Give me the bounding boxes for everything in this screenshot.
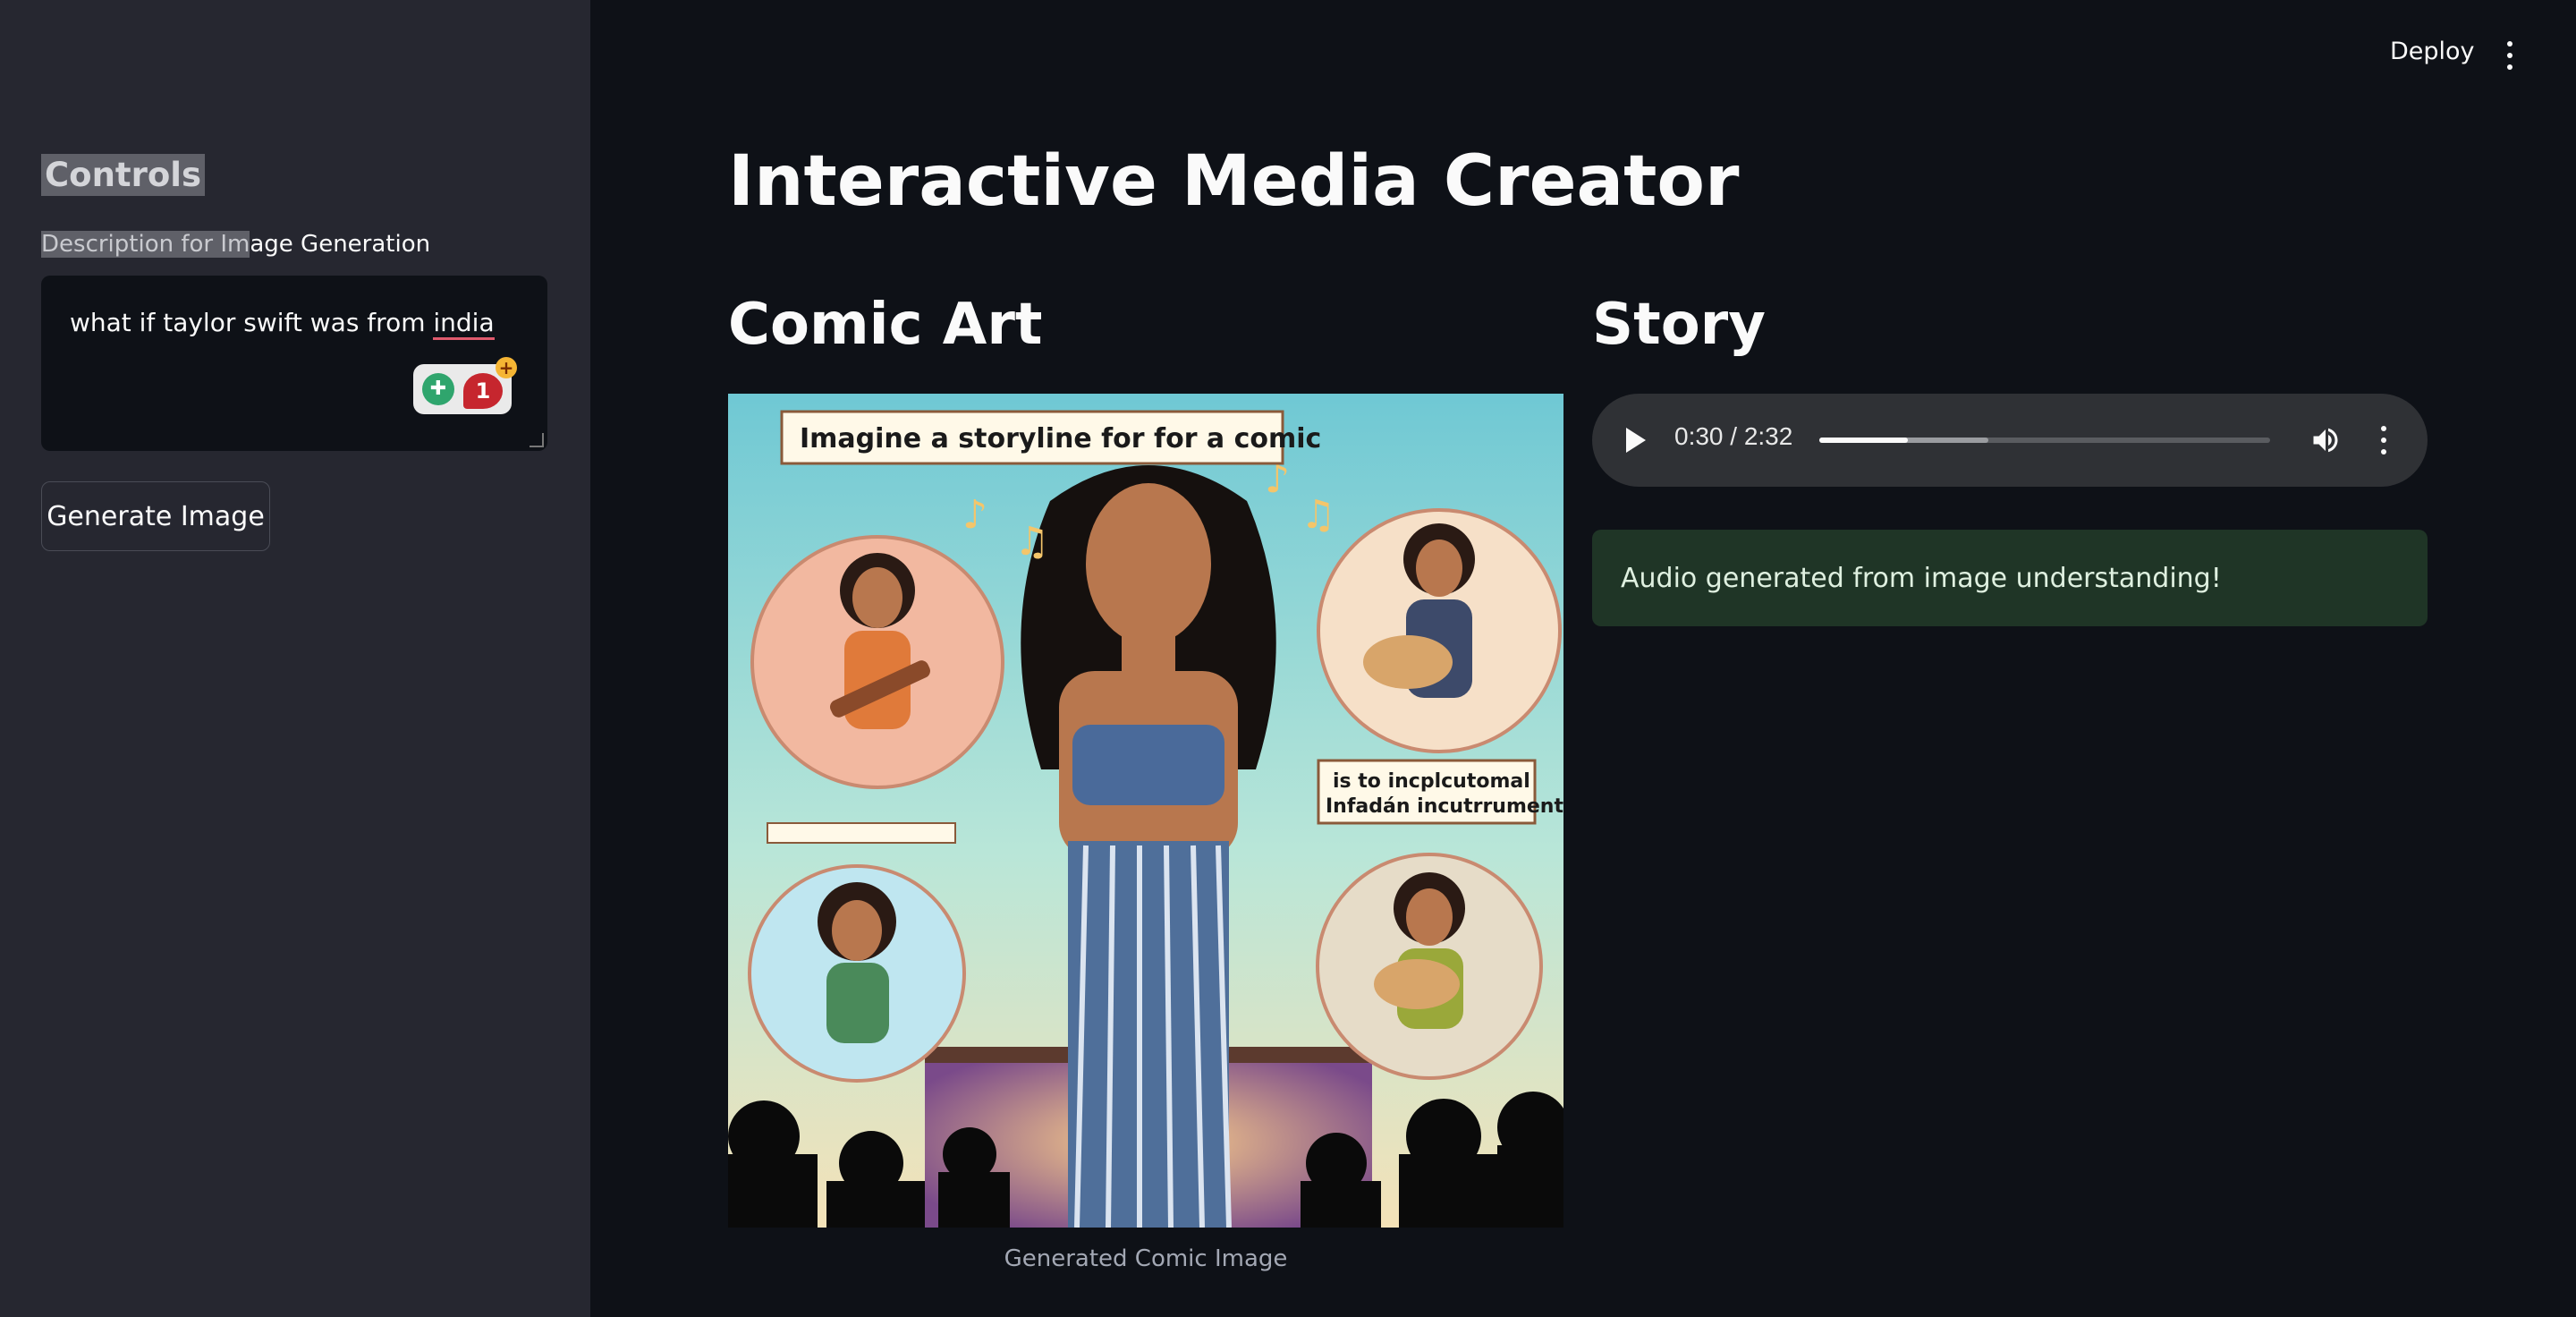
audio-progress-bar [1819, 438, 1909, 443]
textarea-text: what if taylor swift was from [70, 308, 434, 337]
audio-options-icon[interactable] [2379, 426, 2388, 455]
description-textarea[interactable]: what if taylor swift was from india [41, 276, 547, 451]
comic-bubble-top: Imagine a storyline for for a comic [800, 423, 1321, 455]
deploy-button[interactable]: Deploy [2390, 38, 2475, 65]
bulb-icon: ✚ [422, 373, 454, 405]
grammar-extension-badge[interactable]: ✚ 1 + [413, 357, 517, 414]
plus-icon: + [496, 357, 517, 378]
sidebar: Controls Description for Image Generatio… [0, 0, 590, 1317]
story-heading: Story [1592, 292, 1766, 358]
svg-text:♫: ♫ [1301, 492, 1335, 538]
volume-icon[interactable] [2309, 424, 2342, 456]
description-label-rest: age Generation [250, 231, 431, 258]
error-count-icon: 1 [463, 373, 503, 409]
audio-player[interactable]: 0:30 / 2:32 [1592, 394, 2428, 487]
comic-panel-bottom-left [748, 864, 966, 1083]
sidebar-title: Controls [41, 154, 205, 196]
audio-time: 0:30 / 2:32 [1674, 422, 1793, 450]
comic-bubble-right-line1: is to incplcutomal [1333, 770, 1530, 793]
comic-bubble-right-line2: Infadán incutrruments [1326, 795, 1563, 818]
textarea-misspelled-word: india [433, 308, 495, 340]
success-alert: Audio generated from image understanding… [1592, 530, 2428, 626]
audio-seek-slider[interactable] [1819, 438, 2270, 443]
comic-art-heading: Comic Art [728, 292, 1043, 358]
comic-caption: Generated Comic Image [1004, 1245, 1288, 1272]
comic-panel-top-right [1317, 508, 1562, 753]
svg-text:♫: ♫ [1014, 519, 1049, 565]
play-icon[interactable] [1626, 428, 1646, 453]
comic-panel-bottom-right [1316, 853, 1543, 1080]
generate-image-button[interactable]: Generate Image [41, 481, 270, 551]
description-label: Description for Image Generation [41, 231, 430, 258]
resize-handle-icon[interactable] [530, 433, 544, 447]
description-label-selected: Description for Im [41, 231, 250, 258]
comic-panel-top-left [750, 535, 1004, 789]
main-menu-icon[interactable] [2499, 38, 2521, 73]
svg-text:♪: ♪ [962, 492, 987, 538]
generated-comic-image: ♪ ♫ ♪ ♫ Imagine a storyline for for a comi… [728, 394, 1563, 1228]
page-title: Interactive Media Creator [728, 141, 1740, 222]
